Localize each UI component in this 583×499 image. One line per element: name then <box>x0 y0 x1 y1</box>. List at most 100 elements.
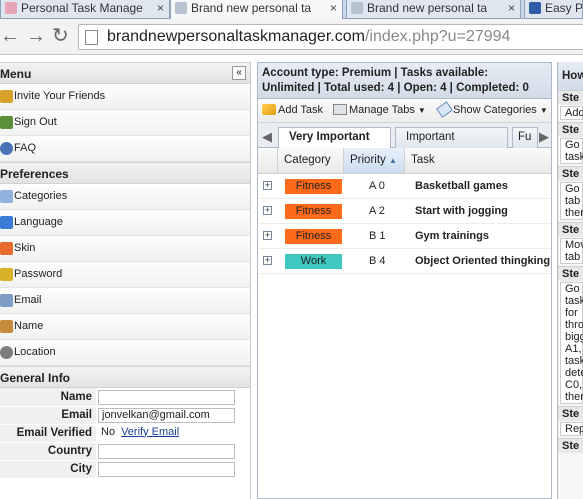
name-field[interactable] <box>98 389 235 405</box>
step-text-line: task <box>565 151 583 163</box>
step-text-line: Add <box>565 107 583 119</box>
account-line-2: Unlimited | Total used: 4 | Open: 4 | Co… <box>262 82 529 94</box>
add-task-button[interactable]: Add Task <box>262 104 323 116</box>
info-label: Email <box>0 406 96 425</box>
sort-asc-icon: ▲ <box>388 156 397 165</box>
priority-header-label: Priority <box>350 154 386 166</box>
manage-tabs-label: Manage Tabs <box>349 104 415 116</box>
city-field[interactable] <box>98 461 235 477</box>
url-input[interactable]: brandnewpersonaltaskmanager.com/index.ph… <box>78 24 583 50</box>
step-text-line: tab <box>565 251 581 263</box>
menu-item-label: Sign Out <box>14 116 57 128</box>
tab-future[interactable]: Fu <box>512 127 538 148</box>
menu-item[interactable]: Categories <box>0 184 250 210</box>
envelope-icon <box>0 294 13 307</box>
menu-item[interactable]: FAQ <box>0 136 250 162</box>
chevron-down-icon: ▼ <box>539 106 548 115</box>
add-task-icon <box>262 104 276 115</box>
account-line-1: Account type: Premium | Tasks available: <box>262 67 489 79</box>
show-categories-label: Show Categories <box>453 104 537 116</box>
step-heading: Ste <box>558 266 583 281</box>
info-row: Email jonvelkan@gmail.com <box>0 406 251 425</box>
task-manager-panel: Account type: Premium | Tasks available:… <box>257 62 552 499</box>
browser-tab-title: Brand new personal ta <box>191 1 312 15</box>
browser-tab[interactable]: Easy P <box>524 0 583 19</box>
step-text-line: task <box>565 295 583 307</box>
close-tab-icon[interactable]: × <box>508 0 515 17</box>
manage-tabs-button[interactable]: Manage Tabs ▼ <box>333 104 426 116</box>
task-title: Start with jogging <box>415 205 508 217</box>
menu-item[interactable]: Skin <box>0 236 250 262</box>
page-icon <box>85 30 98 45</box>
users-icon <box>0 90 13 103</box>
browser-tab-title: Easy P <box>545 1 583 15</box>
browser-tab-title: Brand new personal ta <box>367 1 488 15</box>
chevron-down-icon: ▼ <box>417 106 426 115</box>
browser-tab[interactable]: Brand new personal ta × <box>170 0 343 20</box>
priority-value: B 4 <box>369 255 386 267</box>
task-column-header[interactable]: Task <box>405 148 551 173</box>
expand-row-icon[interactable]: + <box>263 206 272 215</box>
tab-label: Important <box>406 131 455 143</box>
browser-tab-title: Personal Task Manage <box>21 1 143 15</box>
info-row: Country <box>0 442 251 461</box>
priority-value: A 2 <box>369 205 385 217</box>
browser-tab[interactable]: Personal Task Manage × <box>0 0 170 19</box>
country-field[interactable] <box>98 443 235 459</box>
menu-item[interactable]: Invite Your Friends <box>0 84 250 110</box>
tab-scroll-right-icon[interactable]: ▶ <box>539 129 549 145</box>
close-tab-icon[interactable]: × <box>330 0 337 17</box>
expand-column-header <box>258 148 278 173</box>
back-icon[interactable]: ← <box>0 26 20 46</box>
task-row[interactable]: + Fitness A 2 Start with jogging <box>258 199 551 224</box>
menu-item[interactable]: Email <box>0 288 250 314</box>
close-tab-icon[interactable]: × <box>157 0 164 17</box>
step-heading: Ste <box>558 90 583 105</box>
menu-item-label: Email <box>14 294 42 306</box>
priority-column-header[interactable]: Priority ▲ <box>344 148 405 173</box>
step-text-line: then <box>565 207 583 219</box>
menu-item[interactable]: Location <box>0 340 250 366</box>
step-heading: Ste <box>558 222 583 237</box>
sign-out-icon <box>0 116 13 129</box>
priority-value: A 0 <box>369 180 385 192</box>
menu-item[interactable]: Sign Out <box>0 110 250 136</box>
step-heading: Ste <box>558 438 583 453</box>
step-text-line: dete <box>565 367 583 379</box>
menu-item[interactable]: Language <box>0 210 250 236</box>
task-title: Gym trainings <box>415 230 489 242</box>
expand-row-icon[interactable]: + <box>263 231 272 240</box>
task-row[interactable]: + Work B 4 Object Oriented thingking <box>258 249 551 274</box>
category-column-header[interactable]: Category <box>278 148 344 173</box>
info-label: Email Verified <box>0 424 96 443</box>
forward-icon[interactable]: → <box>26 26 46 46</box>
menu-item[interactable]: Name <box>0 314 250 340</box>
task-title: Basketball games <box>415 180 508 192</box>
task-row[interactable]: + Fitness B 1 Gym trainings <box>258 224 551 249</box>
expand-row-icon[interactable]: + <box>263 181 272 190</box>
verify-email-link[interactable]: Verify Email <box>121 426 179 438</box>
collapse-left-icon[interactable]: « <box>232 66 246 80</box>
email-verified-value: No Verify Email <box>98 425 235 441</box>
info-row: Email Verified No Verify Email <box>0 424 251 443</box>
tab-important[interactable]: Important <box>395 127 508 148</box>
show-categories-button[interactable]: Show Categories ▼ <box>436 101 548 118</box>
step-text-line: Go <box>565 139 580 151</box>
email-field[interactable]: jonvelkan@gmail.com <box>98 407 235 423</box>
menu-item-label: Location <box>14 346 56 358</box>
menu-item-label: Name <box>14 320 44 332</box>
tab-scroll-left-icon[interactable]: ◀ <box>262 129 272 145</box>
menu-item[interactable]: Password <box>0 262 250 288</box>
category-badge: Fitness <box>285 229 342 244</box>
browser-tab[interactable]: Brand new personal ta × <box>346 0 521 19</box>
reload-icon[interactable]: ↻ <box>52 26 69 46</box>
step-text: Add <box>560 106 583 120</box>
expand-row-icon[interactable]: + <box>263 256 272 265</box>
tag-icon <box>436 101 453 118</box>
menu-header-label: Menu <box>0 67 32 81</box>
language-icon <box>0 216 13 229</box>
step-heading: Ste <box>558 122 583 137</box>
category-header-label: Category <box>284 154 331 166</box>
tab-very-important[interactable]: Very Important <box>278 127 391 149</box>
task-row[interactable]: + Fitness A 0 Basketball games <box>258 174 551 199</box>
